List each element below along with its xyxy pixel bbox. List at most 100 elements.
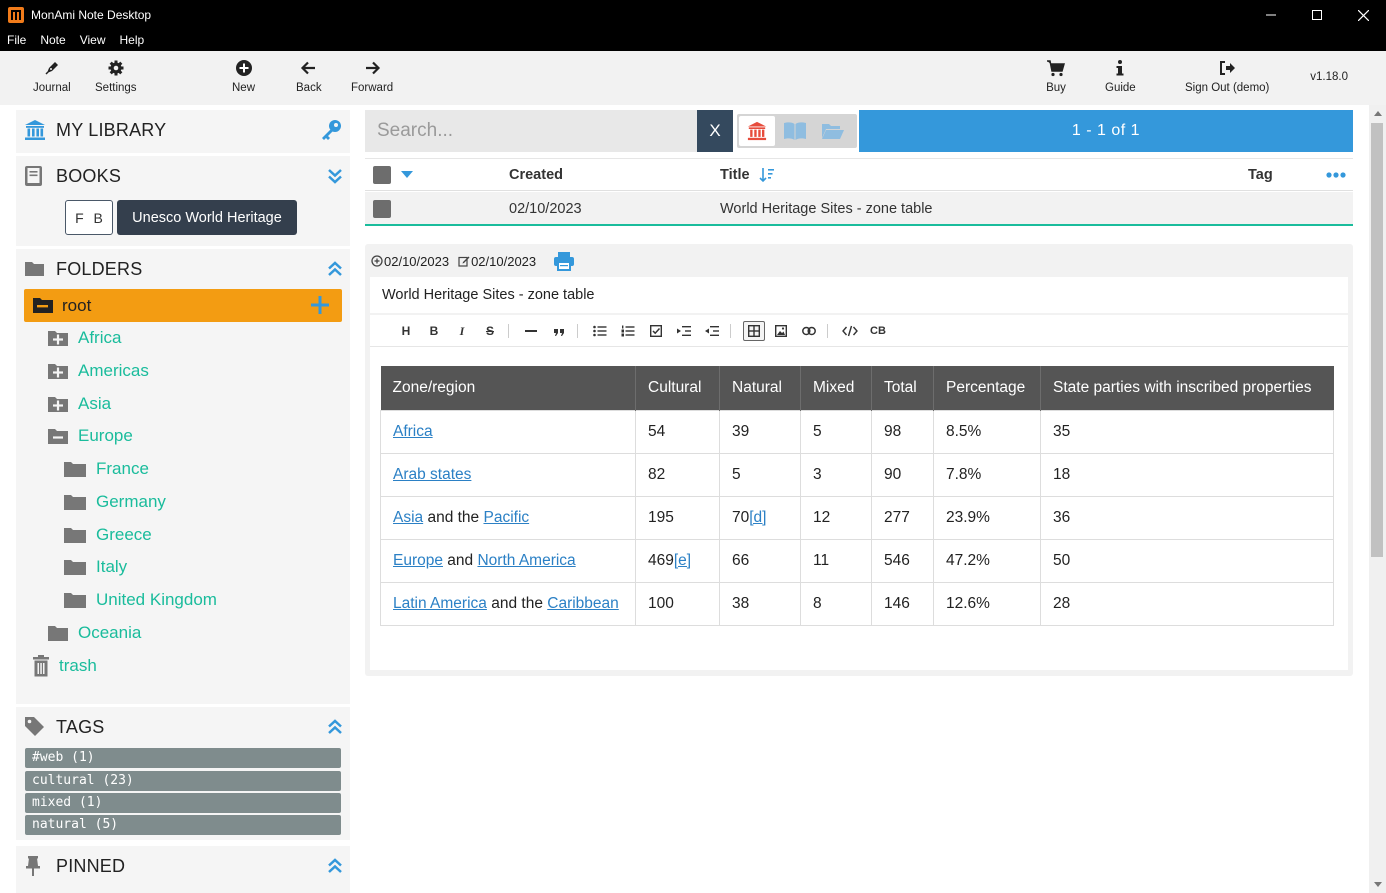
- numbered-list-button[interactable]: [618, 322, 638, 340]
- image-button[interactable]: [771, 322, 791, 340]
- column-tag[interactable]: Tag: [1248, 167, 1273, 183]
- folder-africa[interactable]: Africa: [47, 325, 121, 351]
- folder-italy[interactable]: Italy: [63, 554, 127, 580]
- indent-button[interactable]: [674, 322, 694, 340]
- bold-button[interactable]: B: [424, 322, 444, 340]
- menu-view[interactable]: View: [73, 30, 113, 51]
- buy-button[interactable]: Buy: [1046, 59, 1066, 94]
- horizontal-rule-button[interactable]: [521, 322, 541, 340]
- region-link[interactable]: Caribbean: [547, 595, 619, 612]
- chevrons-down-icon[interactable]: [328, 168, 342, 184]
- new-note-button[interactable]: New: [232, 59, 255, 94]
- chevrons-up-icon[interactable]: [328, 719, 342, 735]
- sign-out-icon: [1220, 61, 1236, 75]
- heading-button[interactable]: H: [396, 322, 416, 340]
- add-folder-icon[interactable]: [310, 295, 330, 315]
- scrollbar-thumb[interactable]: [1371, 123, 1383, 557]
- bullet-list-button[interactable]: [590, 322, 610, 340]
- guide-button[interactable]: Guide: [1105, 59, 1136, 94]
- sort-desc-icon[interactable]: [759, 167, 775, 183]
- folder-greece[interactable]: Greece: [63, 522, 152, 548]
- tags-header[interactable]: TAGS: [16, 707, 350, 747]
- tag-mixed[interactable]: mixed (1): [25, 793, 341, 813]
- book-unesco-button[interactable]: Unesco World Heritage: [117, 200, 297, 235]
- search-bar: X 1 - 1 of 1: [365, 110, 1353, 152]
- strikethrough-button[interactable]: S: [480, 322, 500, 340]
- editor-content[interactable]: Zone/region Cultural Natural Mixed Total…: [370, 347, 1348, 670]
- book-fb-button[interactable]: F B: [65, 200, 113, 235]
- folder-plus-icon: [48, 363, 68, 379]
- row-checkbox[interactable]: [373, 200, 391, 218]
- tag-natural[interactable]: natural (5): [25, 815, 341, 835]
- tag-cultural[interactable]: cultural (23): [25, 771, 341, 791]
- scope-library-button[interactable]: [739, 116, 775, 146]
- region-link[interactable]: Europe: [393, 552, 443, 569]
- folder-minus-icon: [48, 428, 68, 444]
- folders-header[interactable]: FOLDERS: [16, 249, 350, 289]
- quote-button[interactable]: [549, 322, 569, 340]
- folder-europe[interactable]: Europe: [47, 423, 133, 449]
- search-clear-button[interactable]: X: [697, 110, 733, 152]
- scope-folder-button[interactable]: [815, 116, 851, 146]
- forward-button[interactable]: Forward: [351, 59, 393, 94]
- folder-asia[interactable]: Asia: [47, 391, 111, 417]
- print-icon[interactable]: [553, 251, 575, 271]
- back-button[interactable]: Back: [296, 59, 322, 94]
- caret-down-icon[interactable]: [401, 171, 413, 179]
- scroll-up-icon: [1373, 111, 1382, 116]
- search-input[interactable]: [365, 110, 697, 152]
- italic-button[interactable]: I: [452, 322, 472, 340]
- region-link[interactable]: Asia: [393, 509, 423, 526]
- footnote-link[interactable]: [e]: [674, 552, 691, 569]
- table-cell: 70[d]: [719, 495, 801, 540]
- folder-germany[interactable]: Germany: [63, 489, 166, 515]
- column-created[interactable]: Created: [509, 167, 563, 183]
- minimize-button[interactable]: [1248, 0, 1294, 30]
- scope-book-button[interactable]: [777, 116, 813, 146]
- pinned-header[interactable]: PINNED: [16, 846, 350, 886]
- settings-button[interactable]: Settings: [95, 59, 137, 94]
- sign-out-button[interactable]: Sign Out (demo): [1185, 59, 1269, 94]
- books-header[interactable]: BOOKS: [16, 156, 350, 196]
- guide-label: Guide: [1105, 82, 1136, 94]
- code-button[interactable]: [840, 322, 860, 340]
- folder-root-label: root: [62, 296, 92, 315]
- library-header[interactable]: MY LIBRARY: [16, 110, 350, 150]
- menu-note[interactable]: Note: [33, 30, 72, 51]
- folder-americas-label: Americas: [78, 361, 149, 380]
- note-list-row[interactable]: 02/10/2023 World Heritage Sites - zone t…: [365, 192, 1353, 226]
- trash-icon: [33, 655, 49, 677]
- footnote-link[interactable]: [d]: [749, 509, 766, 526]
- folder-oceania[interactable]: Oceania: [47, 620, 141, 646]
- table-button[interactable]: [743, 321, 765, 341]
- scroll-down-button[interactable]: [1369, 876, 1386, 893]
- region-link[interactable]: Africa: [393, 423, 433, 440]
- region-link[interactable]: Arab states: [393, 466, 471, 483]
- folder-trash[interactable]: trash: [32, 653, 97, 679]
- link-button[interactable]: [799, 322, 819, 340]
- menu-file[interactable]: File: [0, 30, 33, 51]
- close-window-button[interactable]: [1340, 0, 1386, 30]
- column-title[interactable]: Title: [720, 167, 750, 183]
- maximize-button[interactable]: [1294, 0, 1340, 30]
- scroll-up-button[interactable]: [1369, 105, 1386, 122]
- more-options-icon[interactable]: [1326, 172, 1346, 178]
- folder-france[interactable]: France: [63, 456, 149, 482]
- folder-united-kingdom[interactable]: United Kingdom: [63, 587, 217, 613]
- key-icon[interactable]: [320, 119, 342, 141]
- outdent-button[interactable]: [702, 322, 722, 340]
- region-link[interactable]: Latin America: [393, 595, 487, 612]
- select-all-checkbox[interactable]: [373, 166, 391, 184]
- chevrons-up-icon[interactable]: [328, 261, 342, 277]
- chevrons-up-icon[interactable]: [328, 858, 342, 874]
- region-link[interactable]: North America: [477, 552, 575, 569]
- checklist-button[interactable]: [646, 322, 666, 340]
- note-title-input[interactable]: World Heritage Sites - zone table: [370, 277, 1348, 313]
- menu-help[interactable]: Help: [113, 30, 152, 51]
- code-block-button[interactable]: CB: [868, 322, 888, 340]
- folder-americas[interactable]: Americas: [47, 358, 149, 384]
- region-link[interactable]: Pacific: [483, 509, 529, 526]
- tag-web[interactable]: #web (1): [25, 748, 341, 768]
- journal-button[interactable]: Journal: [33, 59, 71, 94]
- folder-root[interactable]: root: [24, 289, 342, 322]
